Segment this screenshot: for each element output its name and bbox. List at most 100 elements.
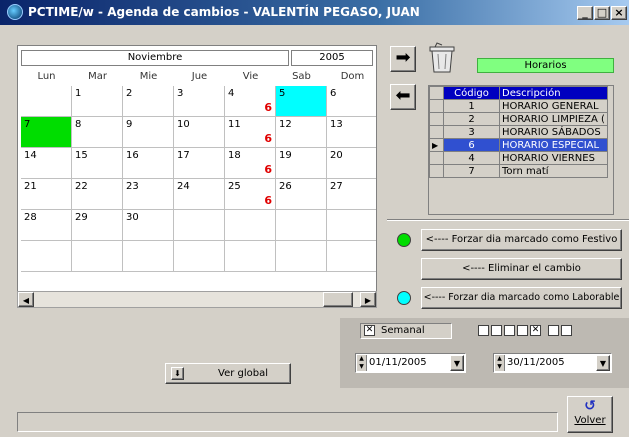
calendar-day-cell[interactable]: 24 xyxy=(174,179,225,210)
title-bar[interactable]: PCTIME/w - Agenda de cambios - VALENTÍN … xyxy=(0,0,629,25)
calendar-day-cell[interactable] xyxy=(72,241,123,272)
minimize-button[interactable]: _ xyxy=(577,6,593,20)
window-title: PCTIME/w - Agenda de cambios - VALENTÍN … xyxy=(28,5,420,19)
calendar-day-cell[interactable]: 5 xyxy=(276,86,327,117)
calendar-day-cell[interactable] xyxy=(327,241,376,272)
calendar-day-cell[interactable]: 9 xyxy=(123,117,174,148)
semanal-checkbox-group[interactable]: ✕ Semanal xyxy=(360,323,452,339)
calendar-day-cell[interactable] xyxy=(225,210,276,241)
forzar-laborable-button[interactable]: <---- Forzar dia marcado como Laborable xyxy=(421,287,622,309)
scroll-left-icon[interactable]: ◀ xyxy=(18,292,34,307)
calendar-day-cell[interactable]: 46 xyxy=(225,86,276,117)
date-from-spinner-icon[interactable]: ▲ ▼ xyxy=(357,355,367,371)
calendar-day-cell[interactable]: 7 xyxy=(21,117,72,148)
calendar-day-cell[interactable]: 20 xyxy=(327,148,376,179)
weekday-checkbox[interactable] xyxy=(504,325,515,336)
move-right-arrow-icon[interactable]: ➡ xyxy=(390,46,416,72)
date-to-dropdown-icon[interactable]: ▼ xyxy=(596,355,610,371)
calendar-day-cell[interactable]: 12 xyxy=(276,117,327,148)
grid-header-code[interactable]: Código xyxy=(443,86,500,100)
calendar-day-cell[interactable] xyxy=(21,86,72,117)
horario-row[interactable]: 4 HORARIO VIERNES xyxy=(429,151,608,165)
calendar-day-cell[interactable]: 11 6 xyxy=(225,117,276,148)
horario-row[interactable]: 2 HORARIO LIMPIEZA ( xyxy=(429,112,608,126)
calendar-hscrollbar[interactable]: ◀ ▶ xyxy=(17,291,377,308)
month-calendar: Noviembre 2005 Lun Mar Mie Jue Vie Sab Dom 123… xyxy=(17,45,377,307)
calendar-day-cell[interactable] xyxy=(21,241,72,272)
weekday-checkbox[interactable] xyxy=(491,325,502,336)
day-number: 19 xyxy=(279,150,292,161)
calendar-day-cell[interactable]: 6 xyxy=(327,86,376,117)
scroll-thumb[interactable] xyxy=(323,292,353,307)
weekday-header: Mar xyxy=(88,71,107,82)
horario-desc: HORARIO LIMPIEZA ( xyxy=(499,112,608,126)
grid-header-desc[interactable]: Descripción xyxy=(499,86,608,100)
horario-row[interactable]: 1 HORARIO GENERAL xyxy=(429,99,608,113)
weekday-checkbox[interactable] xyxy=(561,325,572,336)
schedule-code-marker: 6 xyxy=(264,101,272,114)
calendar-day-cell[interactable]: 1 xyxy=(72,86,123,117)
weekday-checkbox[interactable] xyxy=(517,325,528,336)
eliminar-cambio-button[interactable]: <---- Eliminar el cambio xyxy=(421,258,622,280)
horario-desc: HORARIO VIERNES xyxy=(499,151,608,165)
calendar-day-cell[interactable]: 19 xyxy=(276,148,327,179)
calendar-day-cell[interactable]: 28 xyxy=(21,210,72,241)
calendar-day-cell[interactable]: 26 xyxy=(276,179,327,210)
day-number: 10 xyxy=(177,119,190,130)
calendar-day-cell[interactable]: 8 xyxy=(72,117,123,148)
calendar-day-cell[interactable] xyxy=(276,241,327,272)
schedule-code-marker: 6 xyxy=(264,163,272,176)
calendar-day-cell[interactable] xyxy=(276,210,327,241)
day-number: 3 xyxy=(177,88,184,99)
day-number: 14 xyxy=(24,150,37,161)
calendar-day-cell[interactable]: 23 xyxy=(123,179,174,210)
ver-global-button[interactable]: ⬇ Ver global xyxy=(165,363,291,384)
row-pointer-icon: ▶ xyxy=(429,138,444,152)
semanal-checkbox[interactable]: ✕ xyxy=(364,325,375,336)
weekday-checkbox[interactable]: ✕ xyxy=(530,325,541,336)
weekday-checkbox[interactable] xyxy=(478,325,489,336)
calendar-day-cell[interactable]: 2 xyxy=(123,86,174,117)
calendar-day-cell[interactable]: 13 xyxy=(327,117,376,148)
trash-icon[interactable] xyxy=(428,42,456,74)
date-from-dropdown-icon[interactable]: ▼ xyxy=(450,355,464,371)
row-indicator xyxy=(429,112,444,126)
forzar-festivo-button[interactable]: <---- Forzar dia marcado como Festivo xyxy=(421,229,622,251)
calendar-day-cell[interactable]: 10 xyxy=(174,117,225,148)
calendar-day-cell[interactable] xyxy=(174,241,225,272)
date-to-spinner-icon[interactable]: ▲ ▼ xyxy=(495,355,505,371)
weekday-checkbox[interactable] xyxy=(548,325,559,336)
date-from-field[interactable]: ▲ ▼ 01/11/2005 ▼ xyxy=(355,353,466,373)
close-button[interactable]: × xyxy=(611,6,627,20)
calendar-day-cell[interactable]: 22 xyxy=(72,179,123,210)
calendar-day-cell[interactable]: 15 xyxy=(72,148,123,179)
move-left-arrow-icon[interactable]: ⬅ xyxy=(390,84,416,110)
horario-row[interactable]: 3 HORARIO SÁBADOS xyxy=(429,125,608,139)
volver-button[interactable]: ↺ Volver xyxy=(567,396,613,433)
horario-desc: HORARIO SÁBADOS xyxy=(499,125,608,139)
calendar-day-cell[interactable]: 17 xyxy=(174,148,225,179)
options-panel: ✕ Semanal ✕ ▲ ▼ 01/11/2005 ▼ ▲ ▼ 30/11/200… xyxy=(340,318,629,388)
calendar-day-cell[interactable]: 14 xyxy=(21,148,72,179)
day-number: 21 xyxy=(24,181,37,192)
row-indicator xyxy=(429,164,444,178)
horario-row[interactable]: 7 Torn matí xyxy=(429,164,608,178)
scroll-right-icon[interactable]: ▶ xyxy=(360,292,376,307)
calendar-day-cell[interactable]: 18 6 xyxy=(225,148,276,179)
calendar-day-cell[interactable] xyxy=(174,210,225,241)
calendar-day-cell[interactable]: 16 xyxy=(123,148,174,179)
calendar-day-cell[interactable]: 27 xyxy=(327,179,376,210)
date-to-field[interactable]: ▲ ▼ 30/11/2005 ▼ xyxy=(493,353,612,373)
calendar-day-cell[interactable]: 3 xyxy=(174,86,225,117)
weekday-header: Vie xyxy=(242,71,259,82)
maximize-button[interactable]: □ xyxy=(594,6,610,20)
weekday-header: Jue xyxy=(191,71,208,82)
calendar-day-cell[interactable]: 30 xyxy=(123,210,174,241)
calendar-day-cell[interactable] xyxy=(327,210,376,241)
calendar-day-cell[interactable] xyxy=(123,241,174,272)
calendar-day-cell[interactable] xyxy=(225,241,276,272)
calendar-day-cell[interactable]: 29 xyxy=(72,210,123,241)
calendar-day-cell[interactable]: 21 xyxy=(21,179,72,210)
calendar-day-cell[interactable]: 25 6 xyxy=(225,179,276,210)
horario-row[interactable]: ▶ 6 HORARIO ESPECIAL xyxy=(429,138,608,152)
